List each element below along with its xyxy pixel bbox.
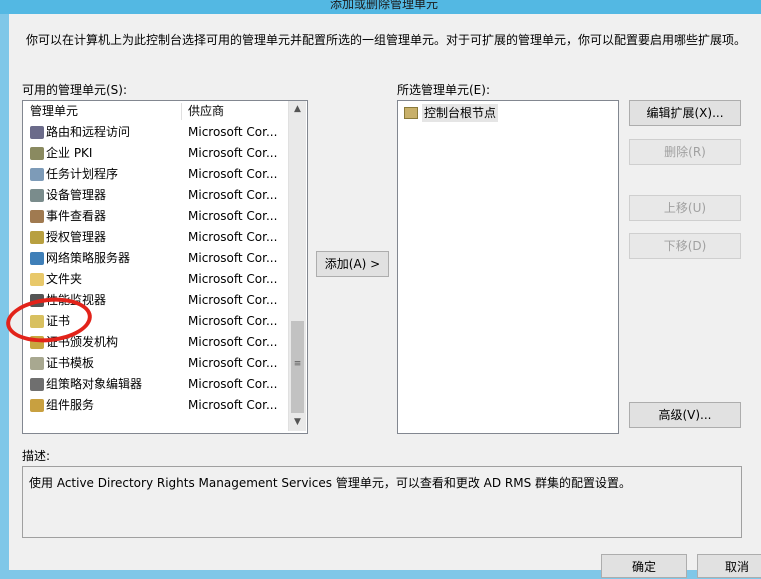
- snapin-name: 任务计划程序: [46, 167, 119, 181]
- scroll-up-arrow-icon[interactable]: ▲: [289, 101, 306, 118]
- snapin-vendor: Microsoft Cor...: [188, 398, 278, 412]
- grip-icon: ≡: [293, 359, 302, 369]
- enterprise-pki-icon: [30, 147, 44, 160]
- snapin-name: 企业 PKI: [46, 146, 93, 160]
- list-item[interactable]: 证书模板 Microsoft Cor...: [23, 353, 288, 374]
- list-item[interactable]: 授权管理器 Microsoft Cor...: [23, 227, 288, 248]
- device-manager-icon: [30, 189, 44, 202]
- snapin-vendor: Microsoft Cor...: [188, 272, 278, 286]
- cancel-button[interactable]: 取消: [697, 554, 761, 578]
- snapin-name: 路由和远程访问: [46, 125, 131, 139]
- list-header: 管理单元 供应商: [23, 101, 288, 121]
- snapin-vendor: Microsoft Cor...: [188, 251, 278, 265]
- column-header-snapin[interactable]: 管理单元: [30, 101, 180, 121]
- list-item[interactable]: 企业 PKI Microsoft Cor...: [23, 143, 288, 164]
- snapin-vendor: Microsoft Cor...: [188, 167, 278, 181]
- list-item[interactable]: 组策略对象编辑器 Microsoft Cor...: [23, 374, 288, 395]
- selected-snapins-label: 所选管理单元(E):: [397, 83, 490, 97]
- list-item[interactable]: 组件服务 Microsoft Cor...: [23, 395, 288, 416]
- vertical-scrollbar[interactable]: ▲ ≡ ▼: [288, 101, 306, 431]
- snapin-vendor: Microsoft Cor...: [188, 314, 278, 328]
- edit-extensions-button[interactable]: 编辑扩展(X)...: [629, 100, 741, 126]
- remove-button[interactable]: 删除(R): [629, 139, 741, 165]
- add-button[interactable]: 添加(A) >: [316, 251, 389, 277]
- snapin-vendor: Microsoft Cor...: [188, 209, 278, 223]
- selected-item-label: 控制台根节点: [422, 104, 499, 122]
- snapin-name: 组策略对象编辑器: [46, 377, 143, 391]
- network-policy-server-icon: [30, 252, 44, 265]
- scroll-thumb[interactable]: ≡: [291, 321, 304, 413]
- snapin-name: 事件查看器: [46, 209, 107, 223]
- snapin-name: 组件服务: [46, 398, 95, 412]
- event-viewer-icon: [30, 210, 44, 223]
- list-item[interactable]: 事件查看器 Microsoft Cor...: [23, 206, 288, 227]
- authorization-manager-icon: [30, 231, 44, 244]
- task-scheduler-icon: [30, 168, 44, 181]
- scroll-down-arrow-icon[interactable]: ▼: [289, 414, 306, 431]
- snapin-vendor: Microsoft Cor...: [188, 377, 278, 391]
- list-item[interactable]: 文件夹 Microsoft Cor...: [23, 269, 288, 290]
- snapin-name: 文件夹: [46, 272, 83, 286]
- folder-icon: [30, 273, 44, 286]
- snapin-vendor: Microsoft Cor...: [188, 188, 278, 202]
- snapin-vendor: Microsoft Cor...: [188, 356, 278, 370]
- available-snapins-label: 可用的管理单元(S):: [22, 83, 128, 97]
- snapin-name: 设备管理器: [46, 188, 107, 202]
- title-bar: 添加或删除管理单元: [0, 0, 761, 14]
- snapin-name: 授权管理器: [46, 230, 107, 244]
- description-box: 使用 Active Directory Rights Management Se…: [22, 466, 742, 538]
- intro-text: 你可以在计算机上为此控制台选择可用的管理单元并配置所选的一组管理单元。对于可扩展…: [26, 33, 747, 47]
- certificate-template-icon: [30, 357, 44, 370]
- column-divider[interactable]: [181, 103, 182, 120]
- snapin-name: 证书模板: [46, 356, 95, 370]
- description-text: 使用 Active Directory Rights Management Se…: [29, 476, 632, 490]
- list-item[interactable]: 设备管理器 Microsoft Cor...: [23, 185, 288, 206]
- list-item[interactable]: 任务计划程序 Microsoft Cor...: [23, 164, 288, 185]
- snapin-vendor: Microsoft Cor...: [188, 125, 278, 139]
- group-policy-icon: [30, 378, 44, 391]
- column-header-vendor[interactable]: 供应商: [188, 101, 283, 121]
- routing-icon: [30, 126, 44, 139]
- description-label: 描述:: [22, 449, 51, 463]
- advanced-button[interactable]: 高级(V)...: [629, 402, 741, 428]
- ok-button[interactable]: 确定: [601, 554, 687, 578]
- move-down-button[interactable]: 下移(D): [629, 233, 741, 259]
- component-services-icon: [30, 399, 44, 412]
- move-up-button[interactable]: 上移(U): [629, 195, 741, 221]
- list-item[interactable]: 网络策略服务器 Microsoft Cor...: [23, 248, 288, 269]
- snapin-vendor: Microsoft Cor...: [188, 335, 278, 349]
- snapin-vendor: Microsoft Cor...: [188, 146, 278, 160]
- selected-snapins-list[interactable]: 控制台根节点: [397, 100, 619, 434]
- list-item[interactable]: 路由和远程访问 Microsoft Cor...: [23, 122, 288, 143]
- window-title: 添加或删除管理单元: [330, 0, 439, 11]
- snapin-vendor: Microsoft Cor...: [188, 230, 278, 244]
- snapin-vendor: Microsoft Cor...: [188, 293, 278, 307]
- available-snapins-list[interactable]: 管理单元 供应商 路由和远程访问 Microsoft Cor... 企业 PKI Mi…: [22, 100, 308, 434]
- snapin-name: 网络策略服务器: [46, 251, 131, 265]
- console-root-folder-icon: [404, 107, 418, 119]
